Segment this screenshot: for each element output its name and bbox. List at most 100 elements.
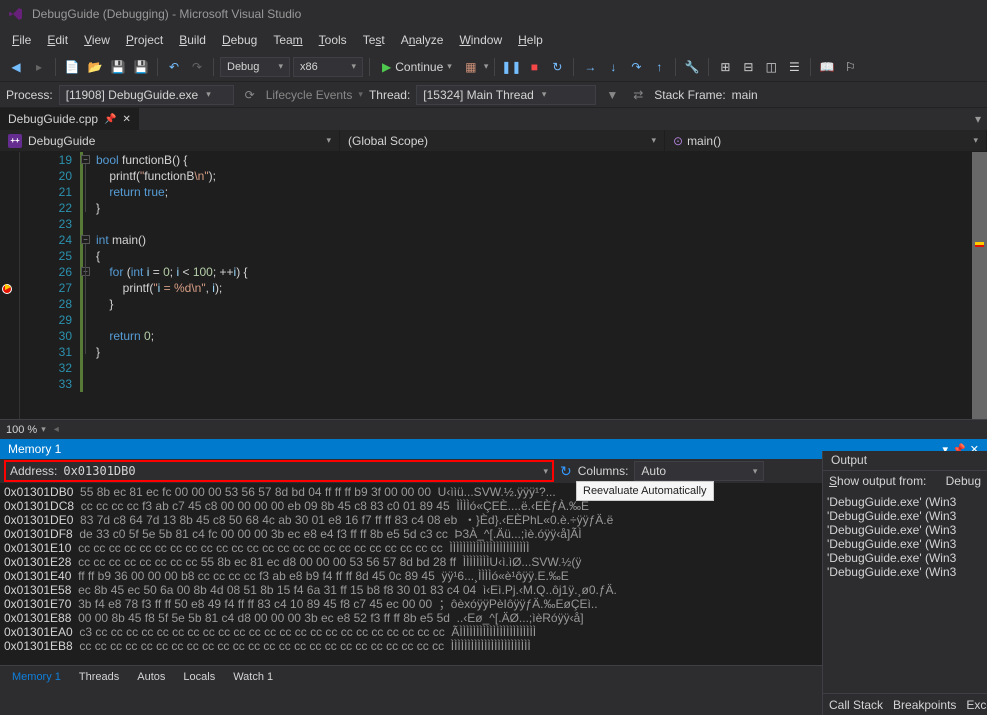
columns-combo[interactable]: Auto (634, 461, 764, 481)
step-over-icon[interactable]: ↷ (626, 57, 646, 77)
process-combo[interactable]: [11908] DebugGuide.exe (59, 85, 234, 105)
tool-icon[interactable]: ◫ (761, 57, 781, 77)
tool-icon[interactable]: ⇄ (628, 85, 648, 105)
output-title[interactable]: Output (823, 451, 987, 471)
scrollbar[interactable] (972, 152, 987, 419)
right-tab[interactable]: Excep (962, 696, 987, 714)
output-line: 'DebugGuide.exe' (Win3 (827, 509, 983, 523)
show-next-icon[interactable]: → (580, 57, 600, 77)
tool-icon[interactable]: ⚐ (840, 57, 860, 77)
code-line[interactable]: printf("i = %d\n", i); (96, 280, 987, 296)
bottom-tab[interactable]: Autos (129, 669, 173, 685)
menu-window[interactable]: Window (451, 31, 510, 49)
menu-edit[interactable]: Edit (39, 31, 76, 49)
function-combo[interactable]: ⊙ main() (665, 130, 987, 151)
continue-button[interactable]: ▶ Continue ▾ (376, 56, 458, 78)
address-dropdown-icon[interactable]: ▾ (543, 466, 548, 477)
undo-icon[interactable]: ↶ (164, 57, 184, 77)
pin-icon[interactable]: 📌 (104, 114, 116, 125)
tool-icon[interactable]: 🔧 (682, 57, 702, 77)
thread-label: Thread: (369, 88, 410, 102)
menu-team[interactable]: Team (265, 31, 310, 49)
filter-icon[interactable]: ▼ (602, 85, 622, 105)
menu-analyze[interactable]: Analyze (393, 31, 452, 49)
output-body[interactable]: 'DebugGuide.exe' (Win3'DebugGuide.exe' (… (823, 491, 987, 693)
zoom-combo[interactable]: 100 % (6, 424, 37, 436)
tab-bar: DebugGuide.cpp 📌 ✕ ▾ (0, 108, 987, 130)
code-line[interactable]: return true; (96, 184, 987, 200)
save-icon[interactable]: 💾 (108, 57, 128, 77)
right-tab[interactable]: Breakpoints (889, 696, 960, 714)
code-line[interactable]: int main() (96, 232, 987, 248)
menu-debug[interactable]: Debug (214, 31, 265, 49)
pause-icon[interactable]: ❚❚ (501, 57, 521, 77)
collapse-box-icon[interactable]: − (81, 155, 90, 164)
menu-project[interactable]: Project (118, 31, 171, 49)
thread-combo[interactable]: [15324] Main Thread (416, 85, 596, 105)
close-icon[interactable]: ✕ (123, 114, 131, 125)
config-combo[interactable]: Debug (220, 57, 290, 77)
stackframe-value[interactable]: main (732, 88, 981, 102)
lifecycle-icon[interactable]: ⟳ (240, 85, 260, 105)
h-scroll-left-icon[interactable]: ◂ (54, 424, 59, 435)
step-out-icon[interactable]: ↑ (649, 57, 669, 77)
menu-test[interactable]: Test (355, 31, 393, 49)
separator (675, 58, 676, 76)
bottom-tab[interactable]: Memory 1 (4, 669, 69, 685)
step-into-icon[interactable]: ↓ (603, 57, 623, 77)
bottom-tab[interactable]: Locals (175, 669, 223, 685)
nav-fwd-icon[interactable]: ▸ (29, 57, 49, 77)
bottom-tab[interactable]: Threads (71, 669, 127, 685)
tool-icon[interactable]: ⊟ (738, 57, 758, 77)
menu-tools[interactable]: Tools (311, 31, 355, 49)
menu-file[interactable]: File (4, 31, 39, 49)
scroll-thumb[interactable] (972, 152, 987, 419)
bottom-tab[interactable]: Watch 1 (225, 669, 281, 685)
menu-view[interactable]: View (76, 31, 118, 49)
open-file-icon[interactable]: 📂 (85, 57, 105, 77)
code-line[interactable]: } (96, 344, 987, 360)
new-file-icon[interactable]: 📄 (62, 57, 82, 77)
code-area[interactable]: bool functionB() { printf("functionB\n")… (92, 152, 987, 419)
tool-icon[interactable]: ☰ (784, 57, 804, 77)
breakpoint-margin[interactable] (0, 152, 20, 419)
right-tab[interactable]: Call Stack (825, 696, 887, 714)
line-gutter: 192021222324252627282930313233 (20, 152, 80, 419)
stop-icon[interactable]: ■ (524, 57, 544, 77)
zoom-dropdown-icon[interactable]: ▾ (41, 424, 46, 435)
tool-icon[interactable]: 📖 (817, 57, 837, 77)
breakpoint-current-icon[interactable] (2, 283, 14, 295)
tab-dropdown-icon[interactable]: ▾ (969, 112, 987, 126)
nav-back-icon[interactable]: ◀ (6, 57, 26, 77)
restart-icon[interactable]: ↻ (547, 57, 567, 77)
debug-tool-icon[interactable]: ▦ (461, 57, 481, 77)
platform-combo[interactable]: x86 (293, 57, 363, 77)
code-line[interactable]: printf("functionB\n"); (96, 168, 987, 184)
refresh-icon[interactable]: ↻ (560, 463, 572, 480)
menu-build[interactable]: Build (171, 31, 214, 49)
code-line[interactable]: { (96, 248, 987, 264)
code-line[interactable]: } (96, 296, 987, 312)
file-tab[interactable]: DebugGuide.cpp 📌 ✕ (0, 108, 139, 130)
redo-icon[interactable]: ↷ (187, 57, 207, 77)
save-all-icon[interactable]: 💾 (131, 57, 151, 77)
code-line[interactable] (96, 360, 987, 376)
right-tabs: Call StackBreakpointsExcep (823, 693, 987, 715)
tool-icon[interactable]: ⊞ (715, 57, 735, 77)
collapse-box-icon[interactable]: − (81, 235, 90, 244)
address-input[interactable] (63, 464, 543, 478)
code-line[interactable]: } (96, 200, 987, 216)
code-line[interactable] (96, 376, 987, 392)
code-line[interactable] (96, 312, 987, 328)
code-line[interactable] (96, 216, 987, 232)
collapse-column[interactable]: − − − (80, 152, 92, 419)
project-combo[interactable]: ++ DebugGuide (0, 130, 340, 151)
code-editor[interactable]: 192021222324252627282930313233 − − − boo… (0, 152, 987, 419)
code-line[interactable]: bool functionB() { (96, 152, 987, 168)
code-line[interactable]: for (int i = 0; i < 100; ++i) { (96, 264, 987, 280)
menu-help[interactable]: Help (510, 31, 551, 49)
output-line: 'DebugGuide.exe' (Win3 (827, 495, 983, 509)
show-output-combo[interactable]: Debug (946, 474, 981, 488)
scope-combo[interactable]: (Global Scope) (340, 130, 665, 151)
code-line[interactable]: return 0; (96, 328, 987, 344)
